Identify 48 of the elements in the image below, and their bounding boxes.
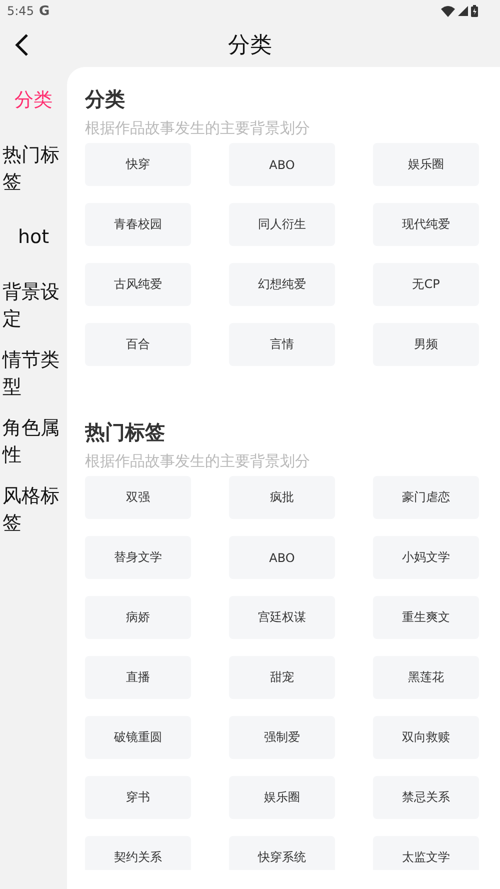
tag-chip[interactable]: 小妈文学: [373, 536, 479, 579]
tag-chip[interactable]: ABO: [229, 143, 335, 186]
tag-chip[interactable]: 青春校园: [85, 203, 191, 246]
tag-chip[interactable]: 甜宠: [229, 656, 335, 699]
tag-chip[interactable]: 男频: [373, 323, 479, 366]
sidebar-item[interactable]: 热门标签: [2, 142, 64, 196]
tag-chip[interactable]: 破镜重圆: [85, 716, 191, 759]
tag-chip[interactable]: 现代纯爱: [373, 203, 479, 246]
tag-chip[interactable]: 宫廷权谋: [229, 596, 335, 639]
tag-chip[interactable]: 同人衍生: [229, 203, 335, 246]
tag-chip[interactable]: 直播: [85, 656, 191, 699]
page-title: 分类: [228, 32, 272, 60]
section-subtitle: 根据作品故事发生的主要背景划分: [85, 451, 311, 472]
tag-chip[interactable]: 幻想纯爱: [229, 263, 335, 306]
tag-chip[interactable]: 疯批: [229, 476, 335, 519]
tag-chip[interactable]: 双向救赎: [373, 716, 479, 759]
tag-chip[interactable]: 黑莲花: [373, 656, 479, 699]
tag-chip[interactable]: 无CP: [373, 263, 479, 306]
tag-chip[interactable]: 病娇: [85, 596, 191, 639]
tag-chip[interactable]: 重生爽文: [373, 596, 479, 639]
tag-chip[interactable]: 契约关系: [85, 836, 191, 870]
g-letter: G: [38, 4, 50, 18]
sidebar-item[interactable]: 风格标签: [2, 483, 64, 537]
tag-chip[interactable]: 古风纯爱: [85, 263, 191, 306]
tag-chip[interactable]: 娱乐圈: [229, 776, 335, 819]
tag-chip[interactable]: 快穿系统: [229, 836, 335, 870]
tag-chip[interactable]: 强制爱: [229, 716, 335, 759]
tag-chip[interactable]: 言情: [229, 323, 335, 366]
tag-chip[interactable]: ABO: [229, 536, 335, 579]
back-icon[interactable]: [15, 32, 29, 56]
tag-chip[interactable]: 禁忌关系: [373, 776, 479, 819]
tag-chip[interactable]: 太监文学: [373, 836, 479, 870]
tag-chip[interactable]: 豪门虐恋: [373, 476, 479, 519]
tag-chip[interactable]: 穿书: [85, 776, 191, 819]
status-time: 5:45: [7, 4, 34, 18]
tag-chip[interactable]: 双强: [85, 476, 191, 519]
sidebar-item[interactable]: 背景设定: [2, 279, 64, 333]
sidebar-item[interactable]: 情节类型: [2, 347, 64, 401]
sidebar-item[interactable]: hot: [18, 224, 50, 251]
section-subtitle: 根据作品故事发生的主要背景划分: [85, 118, 311, 139]
wifi-icon: [441, 6, 455, 16]
tag-chip[interactable]: 替身文学: [85, 536, 191, 579]
tag-chip[interactable]: 娱乐圈: [373, 143, 479, 186]
signal-icon: [458, 6, 468, 16]
sidebar-item[interactable]: 角色属性: [2, 415, 64, 469]
battery-icon: [471, 5, 478, 17]
tag-chip[interactable]: 快穿: [85, 143, 191, 186]
tag-chip[interactable]: 百合: [85, 323, 191, 366]
